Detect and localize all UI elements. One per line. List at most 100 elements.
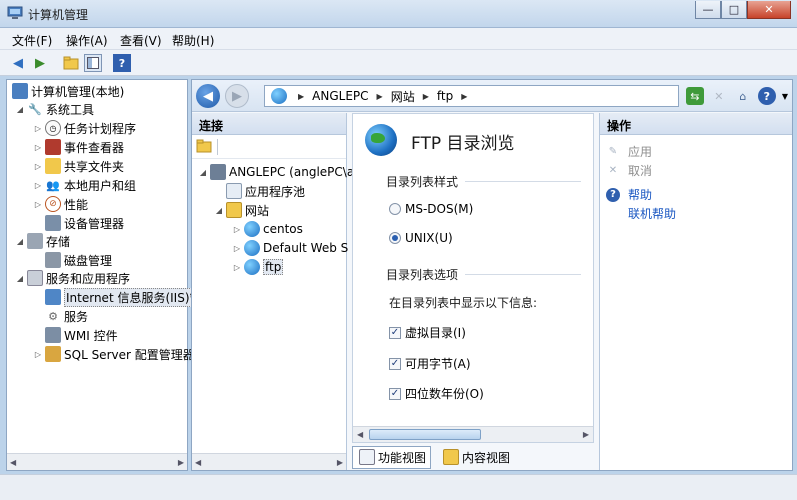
menu-help[interactable]: 帮助(H) <box>172 32 214 49</box>
tree-item-event-viewer[interactable]: ▷ 事件查看器 <box>33 138 124 156</box>
disk-icon <box>45 252 61 268</box>
tree-item-storage[interactable]: ◢ 存储 <box>15 232 70 250</box>
checkbox-virtual-directories[interactable]: ✓ 虚拟目录(I) <box>389 324 466 341</box>
checkbox-four-digit-year[interactable]: ✓ 四位数年份(O) <box>389 385 484 402</box>
action-cancel[interactable]: ✕ 取消 <box>606 162 652 179</box>
iis-manager: ◀ ▶ ▶ ANGLEPC ▶ 网站 ▶ ftp ▶ ⇆ ✕ ⌂ ? ▼ 连接 <box>191 79 793 471</box>
tab-content-view[interactable]: 内容视图 <box>437 447 514 468</box>
feature-panel: FTP 目录浏览 目录列表样式 MS-DOS(M) UNIX(U) 目录列表选项… <box>352 113 594 443</box>
minimize-button[interactable]: — <box>695 1 721 19</box>
expanded-arrow-icon[interactable]: ◢ <box>15 274 25 283</box>
tree-item-shared-folders[interactable]: ▷ 共享文件夹 <box>33 157 124 175</box>
action-online-help[interactable]: 联机帮助 <box>628 205 676 222</box>
tab-features-view[interactable]: 功能视图 <box>352 445 432 469</box>
forward-button[interactable]: ▶ <box>225 84 249 108</box>
back-arrow-icon[interactable]: ◀ <box>9 54 27 72</box>
collapsed-arrow-icon[interactable]: ▷ <box>33 200 43 209</box>
conn-item-default-web-site[interactable]: ▷ Default Web S <box>232 239 348 257</box>
device-manager-icon <box>45 215 61 231</box>
ftp-globe-icon <box>365 124 397 156</box>
close-button[interactable]: ✕ <box>747 1 791 19</box>
collapsed-arrow-icon[interactable]: ▷ <box>33 162 43 171</box>
collapsed-arrow-icon[interactable]: ▷ <box>33 181 43 190</box>
scroll-left-icon[interactable]: ◀ <box>195 458 201 467</box>
clock-icon: ◷ <box>45 120 61 136</box>
collapsed-arrow-icon[interactable]: ▷ <box>232 263 242 272</box>
connect-icon[interactable] <box>195 137 213 155</box>
maximize-button[interactable]: □ <box>721 1 747 19</box>
menu-view[interactable]: 查看(V) <box>120 32 162 49</box>
conn-item-app-pools[interactable]: 应用程序池 <box>224 182 305 200</box>
conn-item-sites[interactable]: ◢ 网站 <box>214 201 269 219</box>
scroll-thumb[interactable] <box>369 429 481 440</box>
tree-item-iis[interactable]: Internet 信息服务(IIS)管 <box>43 287 204 307</box>
expanded-arrow-icon[interactable]: ◢ <box>198 168 208 177</box>
cancel-icon: ✕ <box>608 165 618 176</box>
conn-item-centos[interactable]: ▷ centos <box>232 220 303 238</box>
tree-item-local-users[interactable]: ▷ 👥 本地用户和组 <box>33 176 136 194</box>
checkbox-available-bytes[interactable]: ✓ 可用字节(A) <box>389 355 471 372</box>
radio-unix[interactable]: UNIX(U) <box>389 231 453 245</box>
crumb-sites[interactable]: 网站 <box>391 88 415 105</box>
conn-item-server[interactable]: ◢ ANGLEPC (anglePC\a <box>198 163 354 181</box>
collapsed-arrow-icon[interactable]: ▷ <box>33 350 43 359</box>
collapsed-arrow-icon[interactable]: ▷ <box>232 244 242 253</box>
conn-item-ftp[interactable]: ▷ ftp <box>232 258 284 276</box>
storage-icon <box>27 233 43 249</box>
address-box[interactable]: ▶ ANGLEPC ▶ 网站 ▶ ftp ▶ <box>264 85 679 107</box>
radio-ms-dos[interactable]: MS-DOS(M) <box>389 202 473 216</box>
collapsed-arrow-icon[interactable]: ▷ <box>232 225 242 234</box>
tree-item-system-tools[interactable]: ◢ 🔧 系统工具 <box>15 100 94 118</box>
crumb-ftp[interactable]: ftp <box>437 89 453 103</box>
computer-management-icon <box>7 6 23 19</box>
back-button[interactable]: ◀ <box>196 84 220 108</box>
connections-horizontal-scrollbar[interactable]: ◀ ▶ <box>192 453 346 470</box>
help-dropdown-icon[interactable]: ▼ <box>782 87 788 105</box>
scroll-right-icon[interactable]: ▶ <box>337 458 343 467</box>
tools-icon: 🔧 <box>28 102 42 116</box>
expanded-arrow-icon[interactable]: ◢ <box>214 206 224 215</box>
tree-item-performance[interactable]: ▷ ⊘ 性能 <box>33 195 88 213</box>
help-icon[interactable]: ? <box>757 87 776 105</box>
expanded-arrow-icon[interactable]: ◢ <box>15 237 25 246</box>
sql-server-icon <box>45 346 61 362</box>
connections-pane: 连接 ◢ ANGLEPC (anglePC\a 应用程序池 ◢ 网站 ▷ cen… <box>192 113 354 470</box>
tree-item-sql-config[interactable]: ▷ SQL Server 配置管理器 <box>33 345 195 363</box>
help-book-icon[interactable]: ? <box>113 54 131 72</box>
scroll-right-icon[interactable]: ▶ <box>178 458 184 467</box>
iis-icon <box>45 289 61 305</box>
expanded-arrow-icon[interactable]: ◢ <box>15 105 25 114</box>
action-apply[interactable]: ✎ 应用 <box>606 143 652 160</box>
forward-arrow-icon[interactable]: ▶ <box>31 54 49 72</box>
menu-file[interactable]: 文件(F) <box>12 32 52 49</box>
tree-item-services[interactable]: ⚙ 服务 <box>43 307 88 325</box>
radio-off-icon[interactable] <box>389 203 401 215</box>
crumb-server[interactable]: ANGLEPC <box>312 89 368 103</box>
site-globe-icon <box>244 221 260 237</box>
checkmark-icon[interactable]: ✓ <box>389 387 401 400</box>
tree-item-wmi[interactable]: WMI 控件 <box>43 326 118 344</box>
scroll-left-icon[interactable]: ◀ <box>10 458 16 467</box>
tree-item-task-scheduler[interactable]: ▷ ◷ 任务计划程序 <box>33 119 136 137</box>
show-hide-tree-icon[interactable] <box>84 54 102 72</box>
refresh-icon[interactable]: ⇆ <box>685 87 704 105</box>
collapsed-arrow-icon[interactable]: ▷ <box>33 124 43 133</box>
tree-item-root[interactable]: 计算机管理(本地) <box>10 82 124 100</box>
stop-icon[interactable]: ✕ <box>710 87 728 105</box>
content-horizontal-scrollbar[interactable]: ◀ ▶ <box>353 426 593 442</box>
crumb-separator-icon: ▶ <box>422 91 429 101</box>
scroll-right-icon[interactable]: ▶ <box>583 430 589 439</box>
tree-item-services-apps[interactable]: ◢ 服务和应用程序 <box>15 269 130 287</box>
collapsed-arrow-icon[interactable]: ▷ <box>33 143 43 152</box>
checkmark-icon[interactable]: ✓ <box>389 326 401 339</box>
up-folder-icon[interactable] <box>62 54 80 72</box>
checkmark-icon[interactable]: ✓ <box>389 357 401 370</box>
tree-item-device-manager[interactable]: 设备管理器 <box>43 214 124 232</box>
home-icon[interactable]: ⌂ <box>734 87 752 105</box>
radio-on-icon[interactable] <box>389 232 401 244</box>
tree-horizontal-scrollbar[interactable]: ◀ ▶ <box>7 453 187 470</box>
tree-item-disk-management[interactable]: 磁盘管理 <box>43 251 112 269</box>
menu-action[interactable]: 操作(A) <box>66 32 108 49</box>
action-help[interactable]: ? 帮助 <box>606 186 652 203</box>
scroll-left-icon[interactable]: ◀ <box>357 430 363 439</box>
